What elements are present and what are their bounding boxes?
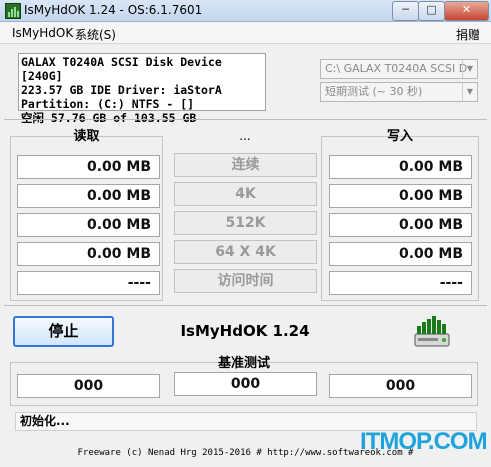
write-access-time-value: ---- (329, 271, 472, 295)
write-64x4k-value: 0.00 MB (329, 242, 472, 266)
read-512k-value: 0.00 MB (17, 213, 160, 237)
sequential-test-button[interactable]: 连续 (174, 153, 317, 177)
divider (4, 305, 487, 306)
benchmark-header: 基准测试 (217, 356, 270, 371)
access-time-test-button[interactable]: 访问时间 (174, 269, 317, 293)
write-512k-value: 0.00 MB (329, 213, 472, 237)
partition-info: Partition: (C:) NTFS - [] (21, 97, 195, 111)
disk-size-driver: 223.57 GB IDE Driver: iaStorA (21, 83, 222, 97)
4k-test-button[interactable]: 4K (174, 182, 317, 206)
write-header: 写入 (386, 129, 413, 144)
menu-donate[interactable]: 捐赠 (456, 26, 480, 43)
chevron-down-icon: ▼ (462, 60, 477, 78)
read-64x4k-value: 0.00 MB (17, 242, 160, 266)
title-bar[interactable]: IsMyHdOK 1.24 - OS:6.1.7601 ─ □ ✕ (0, 0, 491, 22)
chevron-down-icon: ▼ (462, 83, 477, 101)
write-4k-value: 0.00 MB (329, 184, 472, 208)
free-space: 空闲 57.76 GB of 103.55 GB (21, 111, 197, 125)
test-duration-value: 短期测试 (~ 30 秒) (325, 85, 423, 98)
read-4k-value: 0.00 MB (17, 184, 160, 208)
64x4k-test-button[interactable]: 64 X 4K (174, 240, 317, 264)
watermark: ITMOP.COM (360, 428, 488, 455)
divider (4, 119, 487, 120)
512k-test-button[interactable]: 512K (174, 211, 317, 235)
read-sequential-value: 0.00 MB (17, 155, 160, 179)
hard-disk-icon (414, 316, 450, 347)
menu-app[interactable]: IsMyHdOK (12, 26, 73, 40)
maximize-button[interactable]: □ (418, 1, 445, 21)
test-duration-select[interactable]: 短期测试 (~ 30 秒) ▼ (320, 82, 478, 102)
drive-select-value: C:\ GALAX T0240A SCSI D (325, 62, 468, 75)
disk-model: GALAX T0240A SCSI Disk Device [240G] (21, 55, 222, 83)
middle-header: ... (239, 129, 251, 143)
read-access-time-value: ---- (17, 271, 160, 295)
minimize-button[interactable]: ─ (392, 1, 419, 21)
window-title: IsMyHdOK 1.24 - OS:6.1.7601 (24, 3, 203, 17)
disk-info-box: GALAX T0240A SCSI Disk Device [240G] 223… (18, 53, 266, 125)
close-button[interactable]: ✕ (444, 1, 489, 21)
write-sequential-value: 0.00 MB (329, 155, 472, 179)
app-icon (5, 3, 21, 19)
menu-bar: IsMyHdOK 系统(S) 捐赠 (0, 22, 491, 44)
drive-select[interactable]: C:\ GALAX T0240A SCSI D ▼ (320, 59, 478, 79)
benchmark-total-value: 000 (174, 372, 317, 396)
read-header: 读取 (73, 129, 100, 144)
benchmark-read-value: 000 (17, 374, 160, 398)
app-name-label: IsMyHdOK 1.24 (180, 322, 310, 340)
benchmark-write-value: 000 (329, 374, 472, 398)
menu-system[interactable]: 系统(S) (75, 26, 116, 43)
stop-button[interactable]: 停止 (13, 316, 114, 347)
